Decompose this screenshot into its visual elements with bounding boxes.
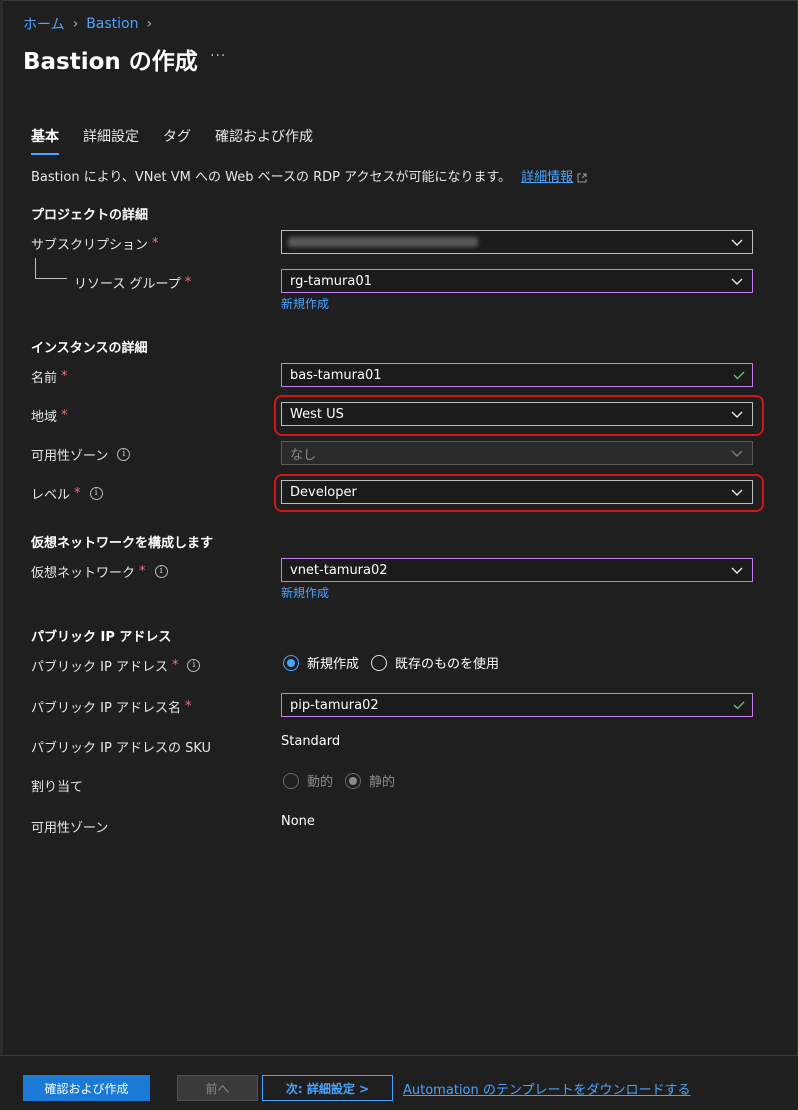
resource-group-label: リソース グループ * — [74, 273, 191, 292]
section-public-ip: パブリック IP アドレス — [31, 630, 172, 645]
tab-basics[interactable]: 基本 — [31, 126, 59, 155]
availability-zone-value: なし — [290, 447, 317, 463]
region-label-text: 地域 — [31, 410, 58, 425]
breadcrumb-separator: › — [72, 16, 79, 32]
radio-create-new-label[interactable]: 新規作成 — [307, 653, 359, 672]
assignment-radio-group: 動的 静的 — [283, 771, 407, 790]
info-icon[interactable]: i — [154, 565, 168, 578]
resource-group-label-text: リソース グループ — [74, 277, 181, 292]
radio-use-existing-label[interactable]: 既存のものを使用 — [395, 653, 499, 672]
page-title: Bastion の作成 — [23, 49, 198, 75]
required-marker: * — [152, 236, 159, 251]
required-marker: * — [61, 408, 68, 423]
virtual-network-label: 仮想ネットワーク * i — [31, 562, 168, 581]
required-marker: * — [61, 369, 68, 384]
section-virtual-network: 仮想ネットワークを構成します — [31, 536, 214, 551]
public-ip-radio-group: 新規作成 既存のものを使用 — [283, 653, 511, 672]
public-ip-sku-label: パブリック IP アドレスの SKU — [31, 741, 212, 756]
required-marker: * — [139, 564, 146, 579]
radio-static — [345, 772, 362, 789]
tier-dropdown[interactable]: Developer — [281, 480, 753, 504]
radio-dynamic — [283, 772, 299, 789]
external-link-icon — [577, 173, 587, 182]
virtual-network-dropdown[interactable]: vnet-tamura02 — [281, 558, 753, 582]
breadcrumb: ホーム › Bastion › — [23, 14, 152, 34]
tab-tags[interactable]: タグ — [163, 126, 191, 155]
info-icon[interactable]: i — [89, 487, 103, 500]
info-icon[interactable]: i — [117, 448, 131, 461]
chevron-down-icon — [731, 489, 743, 496]
region-dropdown[interactable]: West US — [281, 402, 753, 426]
virtual-network-value: vnet-tamura02 — [290, 562, 388, 578]
required-marker: * — [184, 275, 192, 290]
intro-text: Bastion により、VNet VM への Web ベースの RDP アクセス… — [31, 166, 587, 185]
more-options-button[interactable]: ··· — [210, 48, 226, 64]
radio-use-existing[interactable] — [371, 654, 388, 671]
virtual-network-label-text: 仮想ネットワーク — [31, 566, 136, 581]
availability-zone-label-text: 可用性ゾーン — [31, 449, 109, 464]
resource-group-value: rg-tamura01 — [290, 273, 372, 289]
required-marker: * — [171, 658, 179, 673]
region-label: 地域 * — [31, 406, 68, 425]
tree-connector — [35, 278, 67, 279]
radio-dynamic-label: 動的 — [307, 775, 334, 790]
tier-label-text: レベル — [31, 488, 71, 503]
radio-static-label: 静的 — [369, 775, 396, 790]
breadcrumb-home[interactable]: ホーム — [23, 14, 65, 34]
public-ip-name-value: pip-tamura02 — [290, 697, 379, 713]
chevron-down-icon — [731, 278, 743, 285]
public-ip-label: パブリック IP アドレス * i — [31, 656, 201, 675]
tab-review-create[interactable]: 確認および作成 — [215, 126, 313, 155]
chevron-down-icon — [731, 239, 743, 246]
assignment-label: 割り当て — [31, 780, 84, 795]
check-icon — [733, 701, 745, 710]
breadcrumb-bastion[interactable]: Bastion — [86, 16, 138, 32]
subscription-value-redacted — [288, 237, 478, 247]
tier-label: レベル * i — [31, 484, 103, 503]
public-ip-name-label: パブリック IP アドレス名 * — [31, 697, 191, 716]
info-icon[interactable]: i — [187, 659, 201, 672]
subscription-label-text: サブスクリプション — [31, 238, 149, 253]
breadcrumb-separator: › — [146, 16, 153, 32]
region-value: West US — [290, 406, 344, 422]
create-new-resource-group-link[interactable]: 新規作成 — [281, 295, 329, 312]
chevron-down-icon — [731, 450, 743, 457]
chevron-down-icon — [731, 567, 743, 574]
tree-connector — [35, 258, 36, 278]
next-advanced-button[interactable]: 次: 詳細設定 > — [262, 1075, 393, 1101]
review-create-button[interactable]: 確認および作成 — [23, 1075, 150, 1101]
ip-availability-zone-value: None — [281, 814, 315, 829]
ip-availability-zone-label: 可用性ゾーン — [31, 821, 109, 836]
section-instance-details: インスタンスの詳細 — [31, 341, 148, 356]
tab-advanced[interactable]: 詳細設定 — [83, 126, 139, 155]
check-icon — [733, 371, 745, 380]
availability-zone-label: 可用性ゾーン i — [31, 445, 131, 464]
tier-value: Developer — [290, 484, 357, 500]
left-edge — [0, 0, 3, 1109]
public-ip-name-input[interactable]: pip-tamura02 — [281, 693, 753, 717]
radio-create-new[interactable] — [283, 654, 299, 671]
subscription-dropdown[interactable] — [281, 230, 753, 254]
required-marker: * — [184, 699, 192, 714]
name-label-text: 名前 — [31, 371, 58, 386]
name-label: 名前 * — [31, 367, 68, 386]
public-ip-label-text: パブリック IP アドレス — [31, 660, 168, 675]
intro-description: Bastion により、VNet VM への Web ベースの RDP アクセス… — [31, 170, 512, 185]
resource-group-dropdown[interactable]: rg-tamura01 — [281, 269, 753, 293]
required-marker: * — [74, 486, 81, 501]
public-ip-name-label-text: パブリック IP アドレス名 — [31, 701, 181, 716]
chevron-down-icon — [731, 411, 743, 418]
availability-zone-dropdown: なし — [281, 441, 753, 465]
section-project-details: プロジェクトの詳細 — [31, 208, 149, 223]
download-automation-template-link[interactable]: Automation のテンプレートをダウンロードする — [403, 1079, 690, 1098]
name-value: bas-tamura01 — [290, 367, 382, 383]
public-ip-sku-value: Standard — [281, 734, 341, 749]
learn-more-link[interactable]: 詳細情報 — [521, 170, 573, 185]
subscription-label: サブスクリプション * — [31, 234, 159, 253]
tab-strip: 基本 詳細設定 タグ 確認および作成 — [31, 126, 337, 155]
previous-button: 前へ — [177, 1075, 258, 1101]
name-input[interactable]: bas-tamura01 — [281, 363, 753, 387]
create-new-virtual-network-link[interactable]: 新規作成 — [281, 584, 329, 601]
